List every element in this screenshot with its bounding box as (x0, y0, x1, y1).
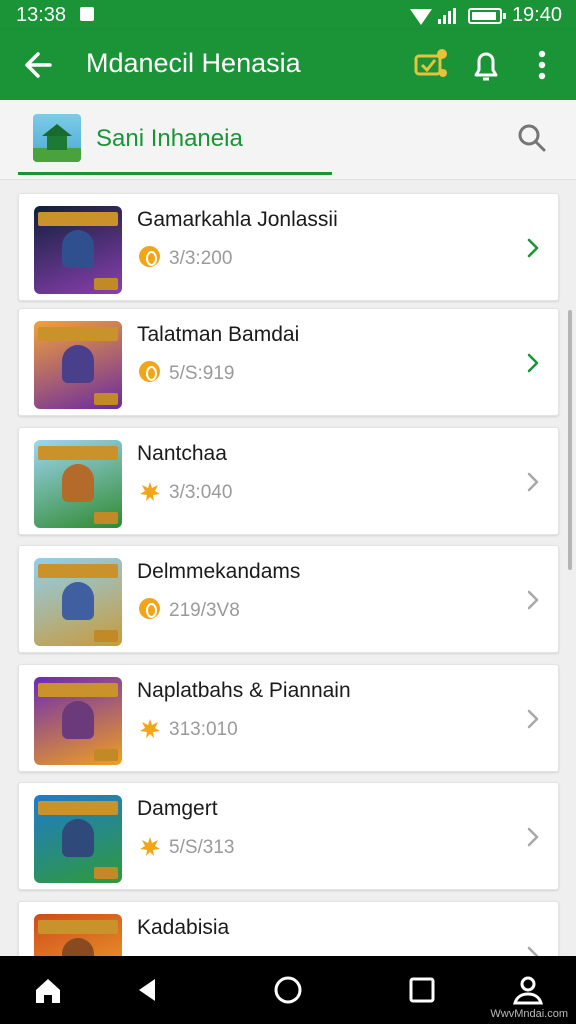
notification-icon (80, 7, 94, 21)
list-item[interactable]: Gamarkahla Jonlassii 3/3:200 (18, 193, 559, 301)
item-title: Delmmekandams (137, 560, 301, 583)
chevron-right-icon[interactable] (524, 235, 542, 261)
list-item[interactable]: Delmmekandams 219/3V8 (18, 545, 559, 653)
coin-icon (139, 246, 160, 267)
chevron-right-icon[interactable] (524, 587, 542, 613)
chevron-right-icon[interactable] (524, 824, 542, 850)
search-icon[interactable] (514, 120, 550, 156)
chevron-right-icon[interactable] (524, 469, 542, 495)
item-title: Nantchaa (137, 442, 227, 465)
burst-icon (140, 837, 160, 856)
more-vert-icon[interactable] (520, 43, 564, 87)
status-indicators: 19:40 (409, 4, 562, 27)
chevron-right-icon[interactable] (524, 706, 542, 732)
signal-icon (437, 7, 456, 24)
game-thumbnail (34, 795, 122, 883)
profile-icon[interactable] (508, 970, 548, 1010)
rewards-icon[interactable] (410, 43, 454, 87)
list-item[interactable]: Naplatbahs & Piannain 313:010 (18, 664, 559, 772)
game-thumbnail (34, 440, 122, 528)
game-thumbnail (34, 914, 122, 956)
bell-icon[interactable] (464, 43, 508, 87)
item-meta: 3/3:200 (169, 248, 233, 269)
section-header: Sani Inhaneia (0, 100, 576, 180)
item-title: Damgert (137, 797, 218, 820)
status-time: 13:38 (16, 4, 67, 26)
wifi-icon (409, 8, 432, 25)
home-icon[interactable] (28, 970, 68, 1010)
game-list: Gamarkahla Jonlassii 3/3:200 Talatman Bamd… (0, 181, 576, 956)
item-meta: 313:010 (169, 719, 238, 740)
app-bar: Mdanecil Henasia (0, 30, 576, 100)
burst-icon (140, 719, 160, 738)
system-nav-bar: WwvMndai.com (0, 956, 576, 1024)
home-circle-icon[interactable] (268, 970, 308, 1010)
list-item[interactable]: Kadabisia (18, 901, 559, 956)
coin-icon (139, 598, 160, 619)
item-meta: 3/3:040 (169, 482, 233, 503)
battery-icon (467, 7, 506, 24)
game-thumbnail (34, 558, 122, 646)
section-logo (33, 114, 81, 162)
coin-icon (139, 361, 160, 382)
chevron-right-icon[interactable] (524, 350, 542, 376)
item-meta: 219/3V8 (169, 600, 240, 621)
chevron-right-icon[interactable] (524, 943, 542, 956)
list-item[interactable]: Talatman Bamdai 5/S:919 (18, 308, 559, 416)
item-title: Naplatbahs & Piannain (137, 679, 351, 702)
item-title: Gamarkahla Jonlassii (137, 208, 338, 231)
item-meta: 5/S:919 (169, 363, 235, 384)
section-title[interactable]: Sani Inhaneia (96, 125, 243, 153)
item-title: Kadabisia (137, 916, 230, 939)
status-bar: 13:38 19:40 (0, 0, 576, 30)
status-clock: 19:40 (511, 4, 562, 26)
list-item[interactable]: Damgert 5/S/313 (18, 782, 559, 890)
back-arrow-icon[interactable] (20, 45, 60, 85)
burst-icon (140, 482, 160, 501)
recents-icon[interactable] (402, 970, 442, 1010)
list-item[interactable]: Nantchaa 3/3:040 (18, 427, 559, 535)
tab-indicator (18, 172, 332, 175)
watermark: WwvMndai.com (490, 1008, 568, 1020)
item-meta: 5/S/313 (169, 837, 235, 858)
back-icon[interactable] (128, 970, 168, 1010)
item-title: Talatman Bamdai (137, 323, 300, 346)
game-thumbnail (34, 677, 122, 765)
scrollbar[interactable] (568, 310, 572, 570)
game-thumbnail (34, 206, 122, 294)
game-thumbnail (34, 321, 122, 409)
page-title: Mdanecil Henasia (86, 48, 301, 78)
